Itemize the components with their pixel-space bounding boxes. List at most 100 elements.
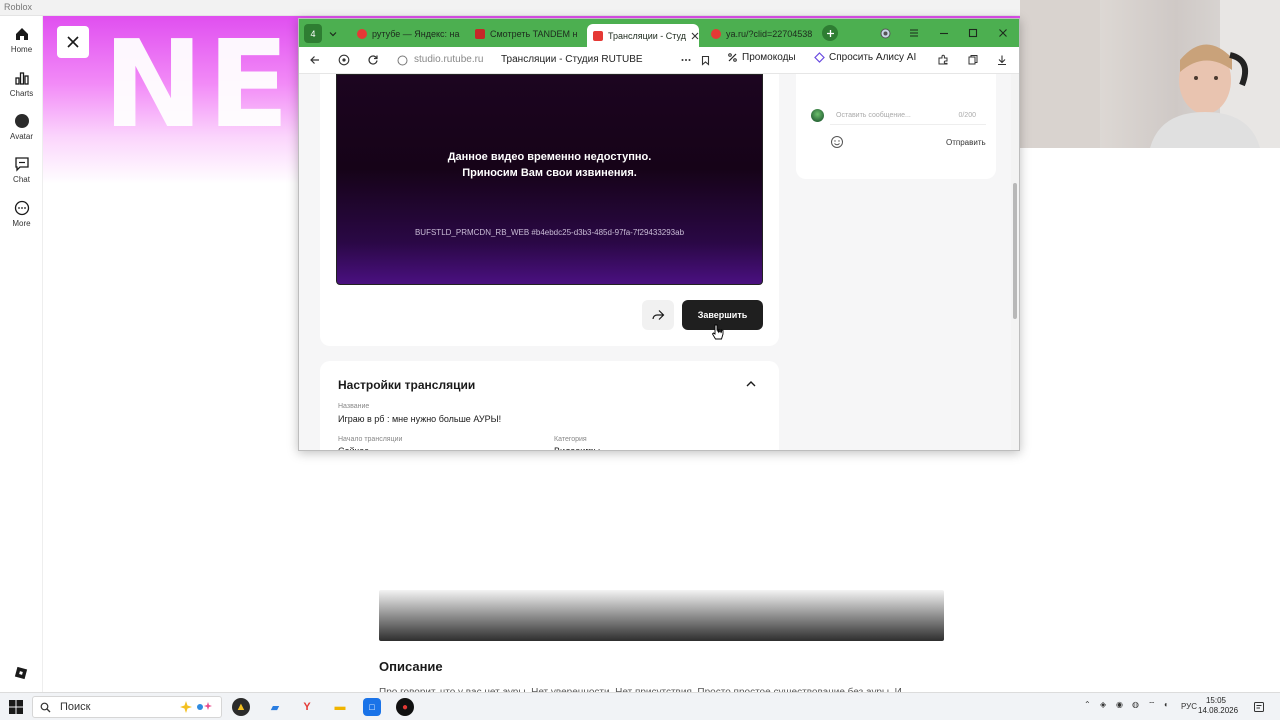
tab-label: рутубе — Яндекс: на bbox=[372, 28, 460, 39]
tray-wifi-icon[interactable]: ⌔ bbox=[1148, 700, 1156, 710]
taskbar-folder-icon[interactable]: ▬ bbox=[331, 698, 349, 716]
tray-chevron-up-icon[interactable]: ⌃ bbox=[1084, 700, 1091, 709]
download-icon bbox=[998, 55, 1006, 66]
tab-ya-ru[interactable]: ya.ru/?clid=22704538 bbox=[705, 24, 815, 43]
roblox-game-thumbnail bbox=[379, 590, 944, 641]
taskbar-search-label: Поиск bbox=[60, 701, 91, 713]
page-viewport: Данное видео временно недоступно. Принос… bbox=[299, 74, 1019, 450]
tab-yandex-search[interactable]: рутубе — Яндекс: на bbox=[351, 24, 465, 43]
windows-start-icon[interactable] bbox=[9, 700, 23, 714]
extensions-button[interactable] bbox=[936, 53, 950, 67]
bookmark-button[interactable] bbox=[698, 53, 712, 67]
home-icon bbox=[15, 28, 28, 40]
chevron-up-icon[interactable] bbox=[744, 377, 758, 391]
tray-volume-icon[interactable]: ◉ bbox=[1116, 700, 1123, 709]
roblox-nav-label: Chat bbox=[13, 175, 30, 184]
taskbar-obs-icon[interactable]: ● bbox=[396, 698, 414, 716]
extension-button[interactable] bbox=[877, 25, 893, 41]
tray-app-icon[interactable]: ◍ bbox=[1132, 700, 1139, 709]
taskbar-app-files-icon[interactable]: ▰ bbox=[266, 698, 284, 716]
address-bar: studio.rutube.ru Трансляции - Студия RUT… bbox=[299, 47, 1019, 74]
close-icon bbox=[999, 29, 1007, 37]
settings-title: Настройки трансляции bbox=[338, 378, 476, 392]
avatar bbox=[811, 109, 824, 122]
scrollbar-thumb[interactable] bbox=[1013, 183, 1017, 319]
tab-strip: 4 рутубе — Яндекс: на Смотреть TANDEM н … bbox=[299, 19, 1019, 47]
roblox-nav-label: Home bbox=[10, 45, 33, 54]
tab-label: Трансляции - Студ bbox=[608, 30, 686, 41]
roblox-nav-chat[interactable]: Chat bbox=[0, 156, 43, 184]
tray-speaker-icon[interactable]: ◐ bbox=[1164, 700, 1169, 709]
ask-alice-button[interactable]: Спросить Алису AI bbox=[814, 52, 916, 63]
site-info-button[interactable] bbox=[395, 53, 409, 67]
collections-button[interactable] bbox=[966, 53, 980, 67]
clock-date: 14.08.2026 bbox=[1198, 706, 1239, 715]
maximize-button[interactable] bbox=[965, 25, 981, 41]
address-page-title[interactable]: Трансляции - Студия RUTUBE bbox=[501, 54, 643, 65]
shield-icon bbox=[338, 54, 350, 66]
chat-message-input[interactable]: Оставить сообщение... 0/200 bbox=[830, 107, 986, 125]
reload-button[interactable] bbox=[366, 53, 380, 67]
video-player[interactable]: Данное видео временно недоступно. Принос… bbox=[336, 74, 763, 285]
tab-rutube-studio[interactable]: Трансляции - Студ bbox=[587, 24, 699, 47]
alice-icon bbox=[814, 52, 825, 63]
minimize-button[interactable] bbox=[936, 25, 952, 41]
more-horizontal-icon bbox=[681, 59, 691, 61]
notifications-icon[interactable] bbox=[1253, 701, 1265, 713]
taskbar-active-app-icon[interactable]: □ bbox=[363, 698, 381, 716]
taskbar-clock[interactable]: 15:05 14.08.2026 bbox=[1198, 696, 1239, 716]
page-more-button[interactable] bbox=[679, 53, 693, 67]
bookmark-icon bbox=[701, 55, 709, 66]
promo-button[interactable]: Промокоды bbox=[727, 52, 796, 63]
roblox-logo-icon[interactable] bbox=[13, 665, 29, 681]
workspace-badge[interactable]: 4 bbox=[304, 24, 322, 43]
percent-icon bbox=[728, 53, 737, 62]
roblox-nav-avatar[interactable]: Avatar bbox=[0, 113, 43, 141]
charts-icon bbox=[14, 72, 29, 85]
roblox-nav-charts[interactable]: Charts bbox=[0, 70, 43, 98]
browser-window: 4 рутубе — Яндекс: на Смотреть TANDEM н … bbox=[298, 18, 1020, 451]
name-value[interactable]: Играю в рб : мне нужно больше АУРЫ! bbox=[338, 414, 501, 424]
roblox-close-button[interactable] bbox=[57, 26, 89, 58]
workspace-badge-label: 4 bbox=[310, 28, 316, 39]
menu-button[interactable] bbox=[906, 25, 922, 41]
roblox-nav-home[interactable]: Home bbox=[0, 26, 43, 54]
share-icon bbox=[652, 310, 665, 320]
back-button[interactable] bbox=[308, 53, 322, 67]
extension-icon bbox=[880, 28, 890, 38]
new-tab-button[interactable] bbox=[822, 25, 838, 41]
roblox-window-title: Roblox bbox=[4, 2, 33, 12]
category-label: Категория bbox=[554, 436, 587, 443]
emoji-icon[interactable] bbox=[830, 135, 844, 149]
hamburger-icon bbox=[910, 29, 918, 37]
webcam-overlay bbox=[1020, 0, 1280, 148]
tab-tandem[interactable]: Смотреть TANDEM н bbox=[469, 24, 581, 43]
arrow-left-icon bbox=[310, 56, 319, 64]
chat-send-button[interactable]: Отправить bbox=[946, 138, 986, 147]
puzzle-icon bbox=[938, 54, 948, 65]
promo-label: Промокоды bbox=[742, 52, 796, 63]
taskbar-app-yellow-icon[interactable]: ▲ bbox=[232, 698, 250, 716]
tray-network-icon[interactable]: ◈ bbox=[1100, 700, 1106, 709]
avatar-icon bbox=[14, 114, 29, 128]
protect-button[interactable] bbox=[337, 53, 351, 67]
category-value[interactable]: Видеоигры bbox=[554, 446, 600, 450]
start-value[interactable]: Сейчас bbox=[338, 446, 369, 450]
tab-close-icon[interactable] bbox=[691, 32, 699, 40]
tab-list-button[interactable] bbox=[325, 24, 341, 43]
downloads-button[interactable] bbox=[995, 53, 1009, 67]
rutube-studio-favicon-icon bbox=[593, 30, 603, 41]
address-url[interactable]: studio.rutube.ru bbox=[414, 54, 484, 65]
maximize-icon bbox=[968, 28, 978, 38]
more-icon bbox=[14, 200, 29, 216]
roblox-nav-more[interactable]: More bbox=[0, 200, 43, 228]
reload-icon bbox=[368, 55, 378, 65]
share-button[interactable] bbox=[642, 300, 674, 330]
tray-language[interactable]: РУС bbox=[1181, 702, 1197, 711]
taskbar-search[interactable]: Поиск bbox=[32, 696, 222, 718]
lock-icon bbox=[397, 55, 407, 65]
ask-alice-label: Спросить Алису AI bbox=[829, 52, 917, 63]
rutube-favicon-icon bbox=[475, 28, 485, 39]
close-window-button[interactable] bbox=[995, 25, 1011, 41]
taskbar-yandex-browser-icon[interactable]: Y bbox=[298, 698, 316, 716]
